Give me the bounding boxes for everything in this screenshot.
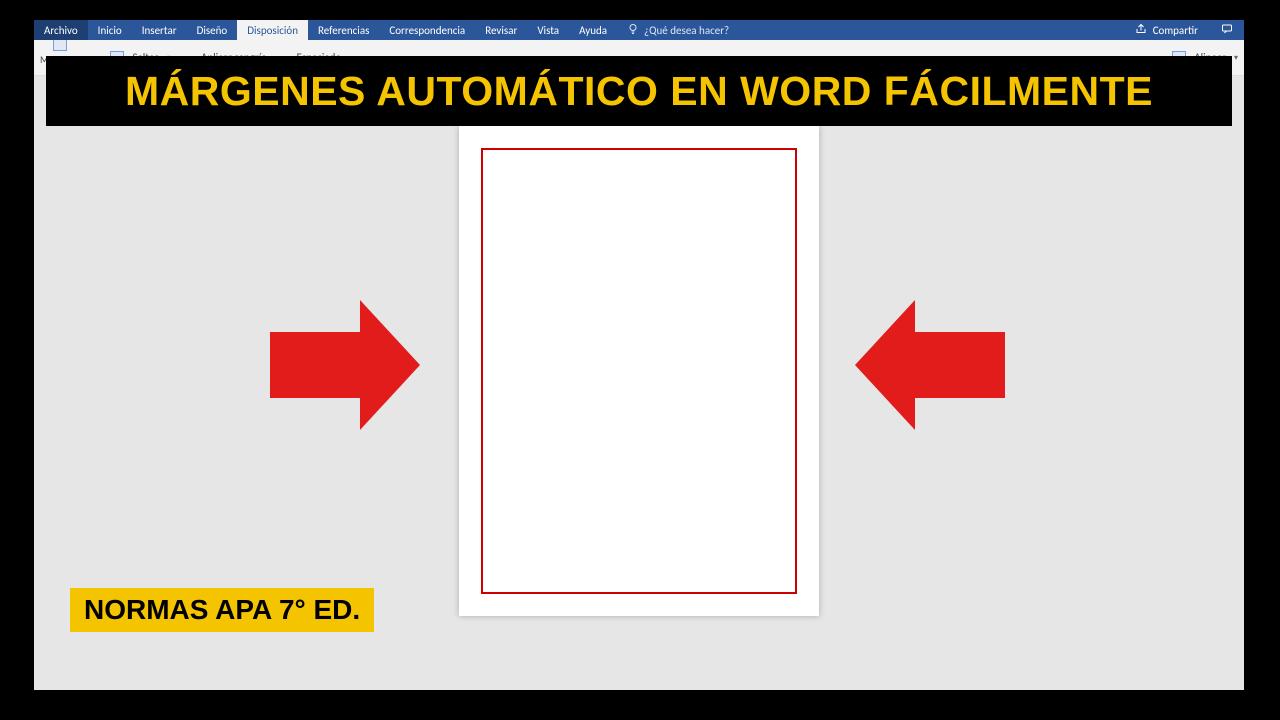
tell-me-placeholder: ¿Qué desea hacer? [644,24,729,37]
tab-insert[interactable]: Insertar [132,20,187,40]
tab-references[interactable]: Referencias [308,20,379,40]
tab-view[interactable]: Vista [527,20,569,40]
overlay-apa-badge: NORMAS APA 7° ED. [70,588,374,632]
tab-review[interactable]: Revisar [475,20,527,40]
share-icon [1135,23,1147,38]
overlay-apa-text: NORMAS APA 7° ED. [84,594,360,625]
tab-layout[interactable]: Disposición [237,20,308,40]
margins-icon [53,40,67,51]
overlay-title-banner: MÁRGENES AUTOMÁTICO EN WORD FÁCILMENTE [46,56,1232,126]
chevron-down-icon: ▾ [1234,53,1238,63]
comment-icon [1220,23,1234,38]
tab-file[interactable]: Archivo [34,20,88,40]
ribbon-menubar: Archivo Inicio Insertar Diseño Disposici… [34,20,1244,40]
tab-home[interactable]: Inicio [88,20,132,40]
overlay-title-text: MÁRGENES AUTOMÁTICO EN WORD FÁCILMENTE [125,68,1153,115]
lightbulb-icon [627,23,639,38]
share-label: Compartir [1153,24,1198,37]
tab-mailings[interactable]: Correspondencia [379,20,475,40]
arrow-right-icon [855,300,1005,430]
page-margin-border [481,148,797,594]
share-button[interactable]: Compartir [1123,20,1210,40]
tab-help[interactable]: Ayuda [569,20,617,40]
tell-me-search[interactable]: ¿Qué desea hacer? [617,20,739,40]
document-page[interactable] [459,126,819,616]
arrow-left-icon [270,300,420,430]
comments-button[interactable] [1210,20,1244,40]
tab-design[interactable]: Diseño [187,20,238,40]
